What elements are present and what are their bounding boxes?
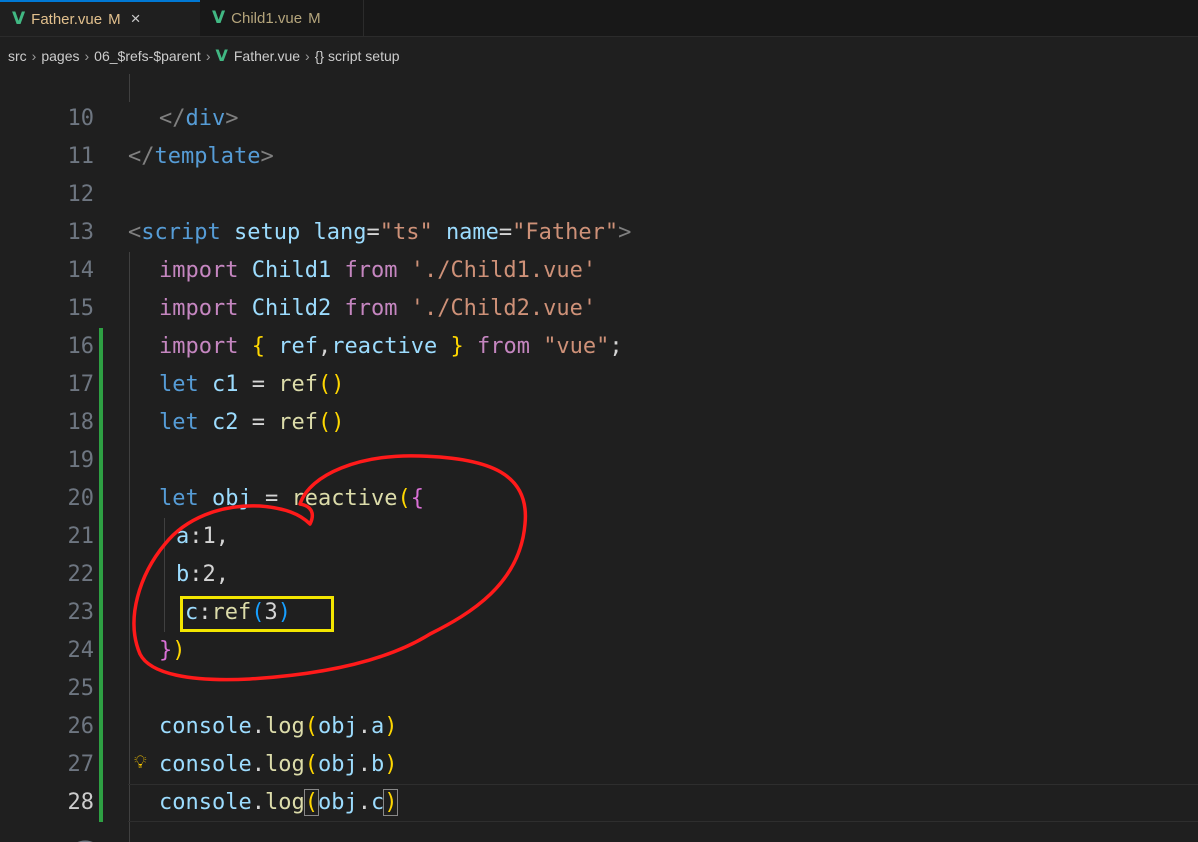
chevron-right-icon: ›	[205, 47, 211, 64]
breadcrumb-src[interactable]: src	[8, 48, 27, 64]
modified-indicator: M	[308, 9, 321, 27]
close-icon[interactable]: ×	[131, 9, 141, 29]
red-annotation-circle	[132, 454, 528, 682]
breadcrumb-file[interactable]: Father.vue	[234, 48, 300, 64]
tab-father-vue[interactable]: V Father.vue M ×	[0, 0, 200, 36]
editor-tab-bar: V Father.vue M × V Child1.vue M	[0, 0, 1198, 37]
vue-icon: V	[212, 8, 226, 28]
breadcrumb: src › pages › 06_$refs-$parent › V Fathe…	[0, 37, 1198, 74]
breadcrumb-symbol[interactable]: {} script setup	[315, 48, 400, 64]
modified-indicator: M	[108, 10, 121, 28]
vue-icon: V	[215, 46, 228, 65]
tab-child1-vue[interactable]: V Child1.vue M	[200, 0, 364, 36]
vue-icon: V	[12, 9, 26, 29]
breadcrumb-folder[interactable]: 06_$refs-$parent	[94, 48, 201, 64]
code-editor[interactable]: 10 </div> 11 </template> 12 13 <script s…	[0, 74, 1198, 842]
chevron-right-icon: ›	[305, 47, 310, 64]
tab-label: Child1.vue	[231, 9, 303, 27]
chevron-right-icon: ›	[31, 47, 37, 64]
chevron-right-icon: ›	[84, 47, 90, 64]
tab-label: Father.vue	[31, 10, 103, 28]
breadcrumb-pages[interactable]: pages	[41, 48, 79, 64]
